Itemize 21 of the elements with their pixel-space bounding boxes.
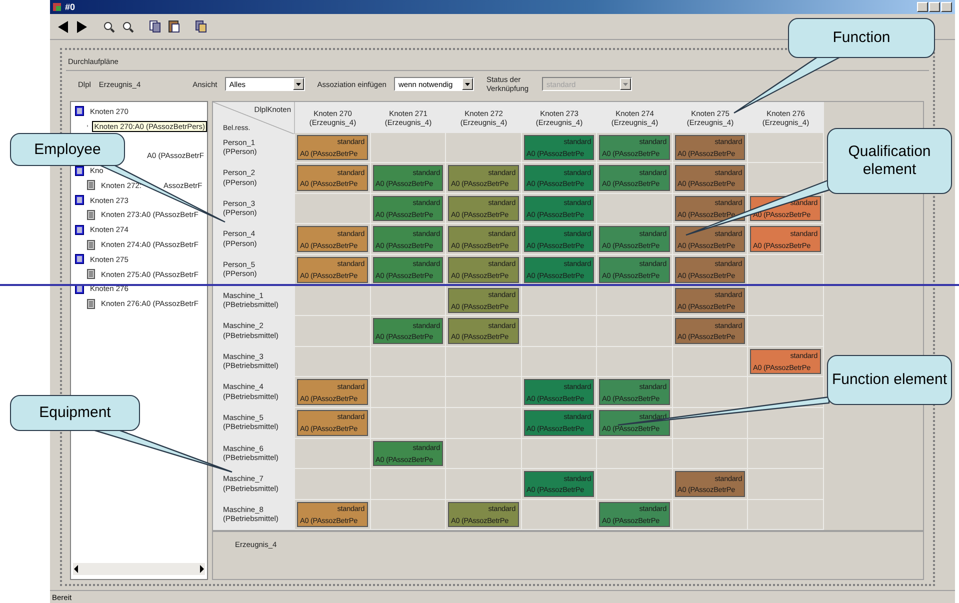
app-icon xyxy=(53,3,61,11)
caret-icon xyxy=(296,82,302,86)
window-title: #0 xyxy=(65,2,76,12)
node-icon xyxy=(75,224,84,235)
node-icon xyxy=(75,254,84,264)
node-icon xyxy=(75,106,84,116)
close-button[interactable] xyxy=(941,2,952,12)
callout: Employee xyxy=(10,133,125,166)
node-icon xyxy=(75,166,84,176)
node-icon xyxy=(75,195,84,206)
scroll-left-icon[interactable] xyxy=(73,565,79,573)
callout: Function element xyxy=(827,355,952,405)
horizontal-scrollbar[interactable] xyxy=(73,563,205,575)
maximize-button[interactable] xyxy=(929,2,940,12)
callout: Equipment xyxy=(10,395,140,431)
scroll-right-icon[interactable] xyxy=(199,565,205,573)
caret-icon xyxy=(623,82,628,86)
callout: Function xyxy=(788,18,935,58)
minimize-button[interactable] xyxy=(917,2,928,12)
callout: Qualification element xyxy=(827,128,952,194)
caret-icon xyxy=(465,82,470,86)
